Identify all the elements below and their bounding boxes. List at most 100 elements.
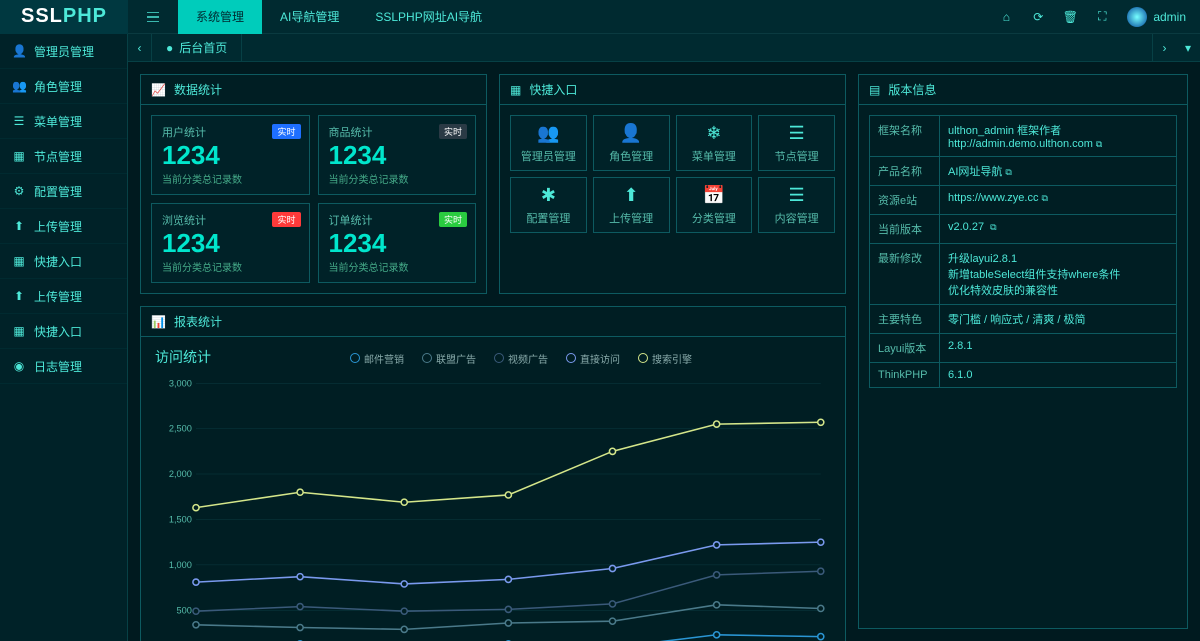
- legend-item[interactable]: 搜索引擎: [638, 351, 692, 366]
- stat-number: 1234: [329, 228, 466, 259]
- sidebar-item-0[interactable]: 👤管理员管理: [0, 34, 127, 69]
- legend-item[interactable]: 邮件营销: [350, 351, 404, 366]
- info-value[interactable]: ulthon_admin 框架作者http://admin.demo.ultho…: [940, 116, 1177, 157]
- top-actions: ⌂ ⟳ 🗑 ⛶ admin: [999, 7, 1200, 27]
- info-value[interactable]: https://www.zye.cc⧉: [940, 186, 1177, 215]
- quick-item-5[interactable]: ⬆上传管理: [593, 177, 670, 233]
- sidebar-item-5[interactable]: ⬆上传管理: [0, 209, 127, 244]
- sidebar-label: 菜单管理: [34, 113, 82, 130]
- sidebar-item-4[interactable]: ⚙配置管理: [0, 174, 127, 209]
- top-bar: SSLPHP 系统管理AI导航管理SSLPHP网址AI导航 ⌂ ⟳ 🗑 ⛶ ad…: [0, 0, 1200, 34]
- nav-tab-1[interactable]: AI导航管理: [262, 0, 357, 34]
- info-table: 框架名称ulthon_admin 框架作者http://admin.demo.u…: [869, 115, 1177, 388]
- stat-sub: 当前分类总记录数: [162, 171, 299, 186]
- external-link-icon[interactable]: ⧉: [1096, 139, 1102, 149]
- nav-tab-2[interactable]: SSLPHP网址AI导航: [357, 0, 500, 34]
- sidebar-label: 配置管理: [34, 183, 82, 200]
- tab-next-button[interactable]: ›: [1152, 34, 1176, 62]
- quick-label: 节点管理: [775, 148, 819, 164]
- svg-text:1,000: 1,000: [169, 560, 192, 570]
- external-link-icon[interactable]: ⧉: [990, 222, 996, 232]
- tab-home[interactable]: ● 后台首页: [152, 34, 242, 62]
- legend-item[interactable]: 视频广告: [494, 351, 548, 366]
- info-title: 版本信息: [888, 81, 936, 98]
- stat-sub: 当前分类总记录数: [329, 259, 466, 274]
- info-key: 最新修改: [870, 244, 940, 305]
- quick-item-6[interactable]: 📅分类管理: [676, 177, 753, 233]
- quick-label: 管理员管理: [521, 148, 576, 164]
- stat-badge: 实时: [439, 124, 467, 139]
- svg-text:2,500: 2,500: [169, 424, 192, 434]
- info-value[interactable]: v2.0.27 ⧉: [940, 215, 1177, 244]
- quick-icon: ⬆: [624, 185, 639, 206]
- svg-text:1,500: 1,500: [169, 515, 192, 525]
- quick-icon: ❄: [706, 123, 721, 144]
- external-link-icon[interactable]: ⧉: [1041, 193, 1047, 203]
- tab-menu-button[interactable]: ▾: [1176, 34, 1200, 62]
- info-value: 2.8.1: [940, 334, 1177, 363]
- quick-item-7[interactable]: ☰内容管理: [758, 177, 835, 233]
- quick-item-1[interactable]: 👤角色管理: [593, 115, 670, 171]
- logo[interactable]: SSLPHP: [0, 0, 128, 34]
- collapse-button[interactable]: [128, 0, 178, 34]
- quick-icon: 👥: [537, 123, 559, 144]
- username: admin: [1153, 10, 1186, 24]
- nav-tabs: 系统管理AI导航管理SSLPHP网址AI导航: [178, 0, 500, 34]
- legend-item[interactable]: 联盟广告: [422, 351, 476, 366]
- nav-tab-0[interactable]: 系统管理: [178, 0, 262, 34]
- quick-panel: ▦ 快捷入口 👥 管理员管理 👤角色管理❄菜单管理 ☰ 节点管理 ✱配置管理⬆上传管理📅分类…: [499, 74, 846, 294]
- legend-dot-icon: [638, 353, 648, 363]
- stat-badge: 实时: [272, 212, 300, 227]
- sidebar-item-7[interactable]: ⬆上传管理: [0, 279, 127, 314]
- stats-title: 数据统计: [174, 81, 222, 98]
- sidebar-label: 上传管理: [34, 218, 82, 235]
- info-value: 零门槛 / 响应式 / 清爽 / 极简: [940, 305, 1177, 334]
- stat-card-1: 商品统计1234当前分类总记录数实时: [318, 115, 477, 195]
- trash-icon[interactable]: 🗑: [1063, 10, 1077, 24]
- legend-item[interactable]: 直接访问: [566, 351, 620, 366]
- info-key: 框架名称: [870, 116, 940, 157]
- refresh-icon[interactable]: ⟳: [1031, 10, 1045, 24]
- quick-icon: ✱: [541, 185, 556, 206]
- user-menu[interactable]: admin: [1127, 7, 1186, 27]
- stat-badge: 实时: [272, 124, 300, 139]
- sidebar-item-9[interactable]: ◉日志管理: [0, 349, 127, 384]
- external-link-icon[interactable]: ⧉: [1005, 167, 1011, 177]
- info-key: 资源e站: [870, 186, 940, 215]
- home-icon[interactable]: ⌂: [999, 10, 1013, 24]
- svg-text:3,000: 3,000: [169, 379, 192, 389]
- sidebar-label: 管理员管理: [34, 43, 94, 60]
- info-panel: ▤版本信息 框架名称ulthon_admin 框架作者http://admin.…: [858, 74, 1188, 629]
- tab-prev-button[interactable]: ‹: [128, 34, 152, 62]
- sidebar-item-8[interactable]: ▦快捷入口: [0, 314, 127, 349]
- stats-icon: 📈: [151, 83, 166, 97]
- quick-item-2[interactable]: ❄菜单管理: [676, 115, 753, 171]
- sidebar-item-2[interactable]: ☰菜单管理: [0, 104, 127, 139]
- quick-item-4[interactable]: ✱配置管理: [510, 177, 587, 233]
- stat-sub: 当前分类总记录数: [162, 259, 299, 274]
- info-row: ThinkPHP6.1.0: [870, 363, 1177, 388]
- stat-sub: 当前分类总记录数: [329, 171, 466, 186]
- info-value[interactable]: AI网址导航⧉: [940, 157, 1177, 186]
- info-row: 资源e站https://www.zye.cc⧉: [870, 186, 1177, 215]
- sidebar-item-6[interactable]: ▦快捷入口: [0, 244, 127, 279]
- quick-label: 分类管理: [692, 210, 736, 226]
- sidebar-icon: 👥: [12, 79, 26, 93]
- info-row: Layui版本2.8.1: [870, 334, 1177, 363]
- info-row: 主要特色零门槛 / 响应式 / 清爽 / 极简: [870, 305, 1177, 334]
- quick-label: 角色管理: [609, 148, 653, 164]
- fullscreen-icon[interactable]: ⛶: [1095, 10, 1109, 24]
- stat-number: 1234: [329, 140, 466, 171]
- sidebar-item-3[interactable]: ▦节点管理: [0, 139, 127, 174]
- quick-item-0[interactable]: 👥 管理员管理: [510, 115, 587, 171]
- quick-title: 快捷入口: [529, 81, 577, 98]
- sidebar-label: 上传管理: [34, 288, 82, 305]
- quick-icon: ▦: [510, 83, 521, 97]
- quick-icon: ☰: [789, 123, 805, 144]
- sidebar-label: 角色管理: [34, 78, 82, 95]
- sidebar-icon: ▦: [12, 254, 26, 268]
- quick-label: 内容管理: [775, 210, 819, 226]
- quick-item-3[interactable]: ☰ 节点管理: [758, 115, 835, 171]
- sidebar-item-1[interactable]: 👥 角色管理: [0, 69, 127, 104]
- info-key: 当前版本: [870, 215, 940, 244]
